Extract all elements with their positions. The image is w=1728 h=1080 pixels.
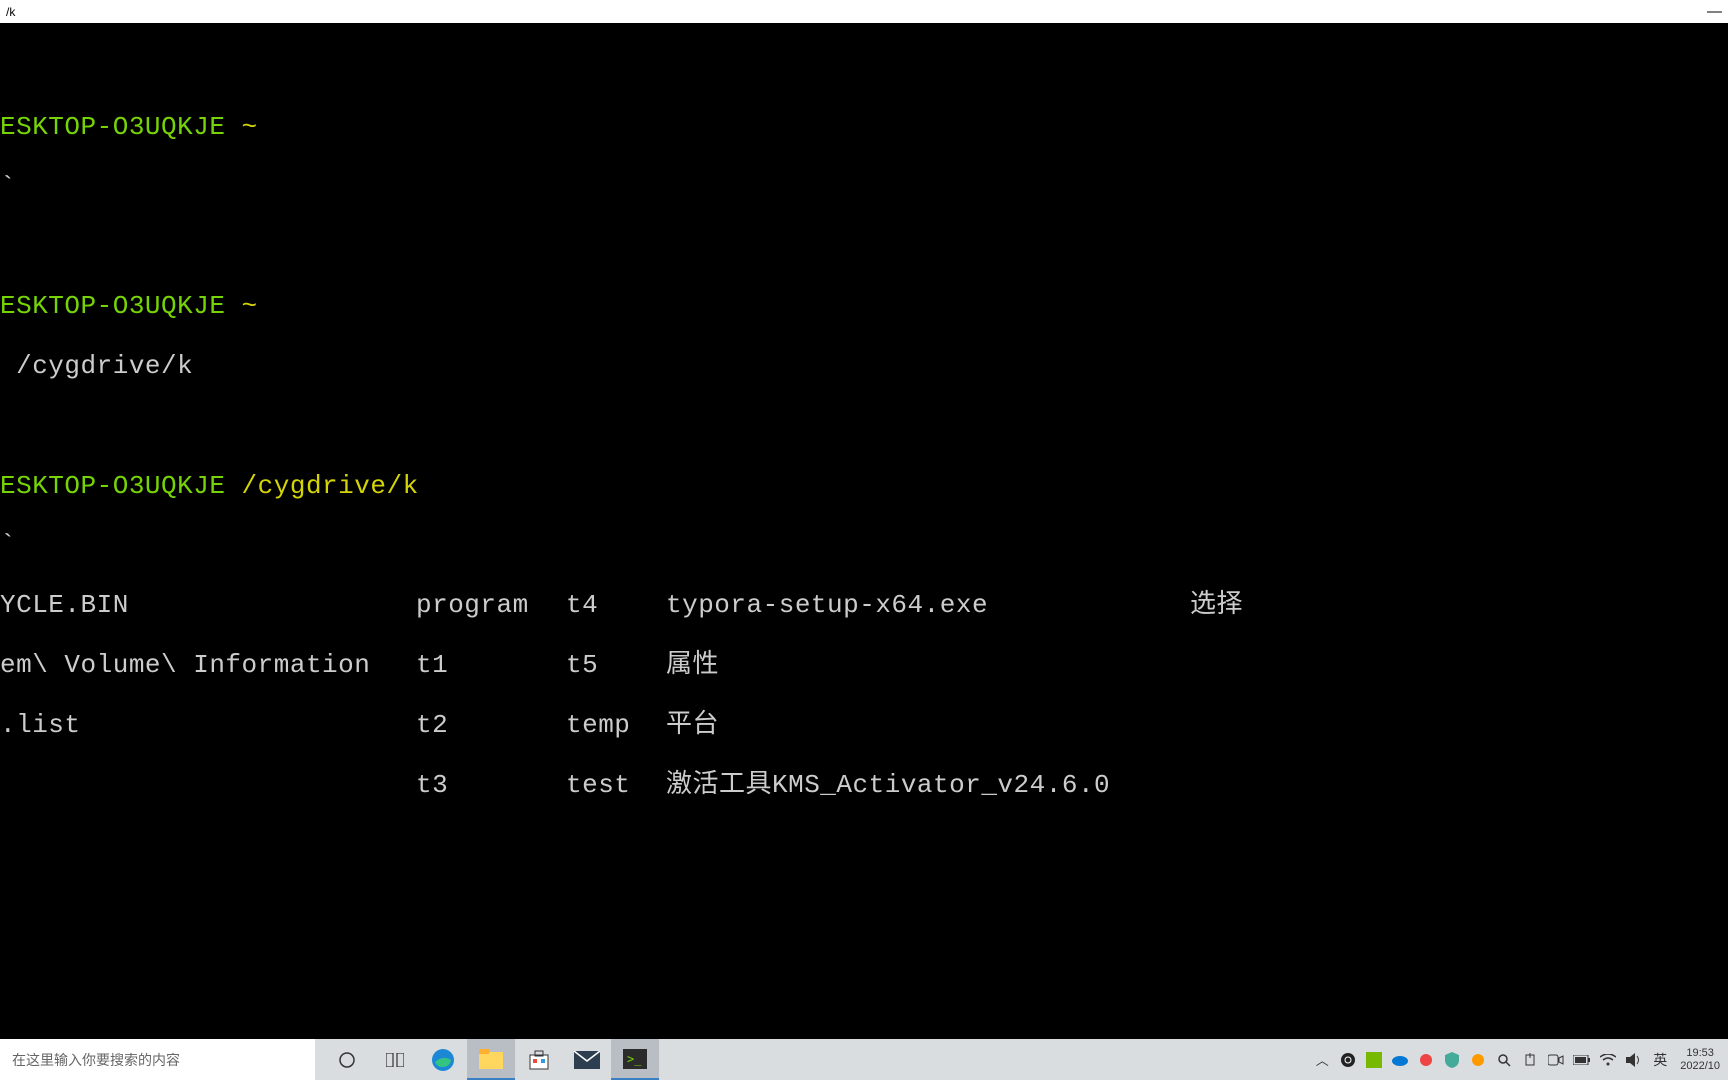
system-tray: ︿ 英 19:53 2022/10: [1312, 1047, 1728, 1071]
battery-icon[interactable]: [1572, 1050, 1592, 1070]
ls-output-row: t3test激活工具KMS_Activator_v24.6.0: [0, 771, 1728, 801]
explorer-icon[interactable]: [467, 1039, 515, 1080]
prompt-path: ~: [242, 291, 258, 321]
cortana-icon[interactable]: [323, 1039, 371, 1080]
power-icon[interactable]: [1520, 1050, 1540, 1070]
prompt-host: ESKTOP-O3UQKJE: [0, 471, 225, 501]
window-title: /k: [6, 5, 15, 19]
svg-text:>_: >_: [627, 1052, 642, 1066]
task-view-icon[interactable]: [371, 1039, 419, 1080]
tray-app-icon[interactable]: [1416, 1050, 1436, 1070]
prompt-path: ~: [242, 112, 258, 142]
onedrive-icon[interactable]: [1390, 1050, 1410, 1070]
ime-indicator[interactable]: 英: [1650, 1050, 1670, 1070]
tray-app2-icon[interactable]: [1468, 1050, 1488, 1070]
volume-icon[interactable]: [1624, 1050, 1644, 1070]
prompt-host: ESKTOP-O3UQKJE: [0, 112, 225, 142]
mail-icon[interactable]: [563, 1039, 611, 1080]
meet-now-icon[interactable]: [1546, 1050, 1566, 1070]
prompt-host: ESKTOP-O3UQKJE: [0, 291, 225, 321]
search-placeholder: 在这里输入你要搜索的内容: [12, 1050, 180, 1070]
terminal-output[interactable]: ESKTOP-O3UQKJE ~ ` ESKTOP-O3UQKJE ~ /cyg…: [0, 23, 1728, 826]
taskbar-search[interactable]: 在这里输入你要搜索的内容: [0, 1039, 315, 1080]
store-icon[interactable]: [515, 1039, 563, 1080]
wifi-icon[interactable]: [1598, 1050, 1618, 1070]
tray-chevron-icon[interactable]: ︿: [1312, 1050, 1332, 1070]
minimize-button[interactable]: —: [1707, 3, 1722, 20]
ls-output-row: YCLE.BINprogramt4typora-setup-x64.exe选择: [0, 591, 1728, 621]
terminal-line: `: [0, 173, 1728, 203]
window-titlebar: /k —: [0, 0, 1728, 23]
windows-taskbar: 在这里输入你要搜索的内容 >_ ︿ 英 19:53 2022/10: [0, 1039, 1728, 1080]
ls-output-row: .listt2temp平台: [0, 711, 1728, 741]
terminal-app-icon[interactable]: >_: [611, 1039, 659, 1080]
security-icon[interactable]: [1442, 1050, 1462, 1070]
obs-icon[interactable]: [1338, 1050, 1358, 1070]
prompt-path: /cygdrive/k: [242, 471, 419, 501]
edge-icon[interactable]: [419, 1039, 467, 1080]
ls-output-row: em\ Volume\ Informationt1t5属性: [0, 651, 1728, 681]
nvidia-icon[interactable]: [1364, 1050, 1384, 1070]
search-tray-icon[interactable]: [1494, 1050, 1514, 1070]
clock[interactable]: 19:53 2022/10: [1676, 1047, 1724, 1071]
terminal-command: /cygdrive/k: [0, 352, 1728, 382]
terminal-line: `: [0, 531, 1728, 561]
